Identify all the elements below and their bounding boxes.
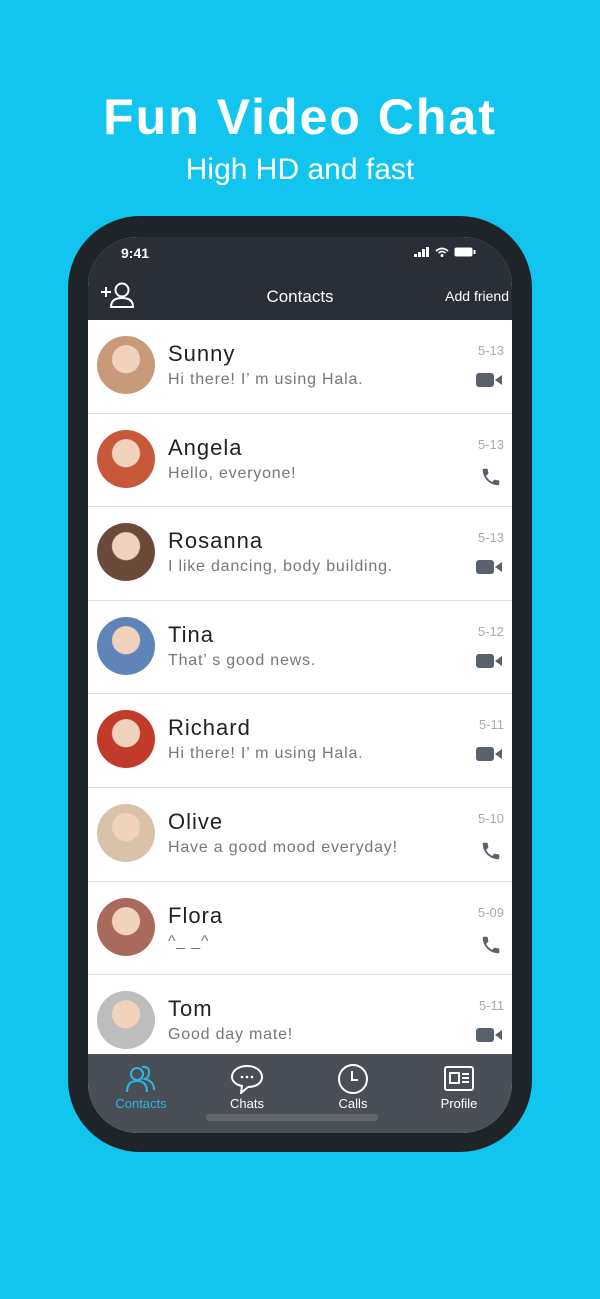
contact-message: Hello, everyone! xyxy=(168,464,297,482)
phone-call-icon[interactable] xyxy=(480,934,502,961)
contact-message: ^_ _^ xyxy=(168,932,210,950)
contact-row[interactable]: Angela Hello, everyone! 5-13 xyxy=(88,414,512,508)
contact-date: 5-12 xyxy=(477,623,504,639)
video-call-icon[interactable] xyxy=(476,559,502,580)
video-call-icon[interactable] xyxy=(476,1027,502,1048)
contact-row[interactable]: Olive Have a good mood everyday! 5-10 xyxy=(88,788,512,882)
tab-label: Profile xyxy=(440,1096,478,1111)
avatar[interactable] xyxy=(97,991,155,1050)
battery-icon xyxy=(454,247,476,257)
contact-row[interactable]: Richard Hi there! I’ m using Hala. 5-11 xyxy=(88,694,512,788)
video-call-icon[interactable] xyxy=(476,372,502,393)
contact-date: 5-11 xyxy=(478,717,504,733)
clock-icon xyxy=(338,1064,368,1094)
contact-date: 5-09 xyxy=(477,904,504,920)
tab-label: Calls xyxy=(338,1096,368,1111)
contact-row[interactable]: Tina That’ s good news. 5-12 xyxy=(88,601,512,695)
tab-chats[interactable]: Chats xyxy=(194,1054,300,1133)
avatar[interactable] xyxy=(97,336,155,394)
phone-screen: 9:41 Contacts Add friend Sunny Hi there!… xyxy=(88,237,512,1133)
contacts-icon xyxy=(126,1065,155,1093)
promo-title: Fun Video Chat xyxy=(103,89,497,145)
header: 9:41 Contacts Add friend xyxy=(88,237,512,320)
tab-label: Contacts xyxy=(115,1096,167,1111)
contact-message: That’ s good news. xyxy=(168,651,317,669)
contact-name: Tina xyxy=(168,621,214,647)
tab-bar: Contacts Chats Calls Profile xyxy=(88,1054,512,1133)
avatar[interactable] xyxy=(97,897,155,956)
promo-subtitle: High HD and fast xyxy=(185,153,415,186)
video-call-icon[interactable] xyxy=(476,653,502,674)
tab-contacts[interactable]: Contacts xyxy=(88,1054,194,1133)
phone-call-icon[interactable] xyxy=(480,840,502,867)
status-time: 9:41 xyxy=(121,245,150,261)
contact-date: 5-13 xyxy=(477,436,504,452)
contact-name: Sunny xyxy=(168,341,236,366)
contact-name: Olive xyxy=(168,808,224,834)
avatar[interactable] xyxy=(97,616,155,675)
contact-row[interactable]: Sunny Hi there! I’ m using Hala. 5-13 xyxy=(88,320,512,414)
tab-calls[interactable]: Calls xyxy=(300,1054,406,1133)
contact-message: Good day mate! xyxy=(168,1026,294,1044)
contact-name: Rosanna xyxy=(168,528,264,554)
phone-call-icon[interactable] xyxy=(480,466,502,493)
add-friend-button[interactable]: Add friend xyxy=(445,288,509,304)
avatar[interactable] xyxy=(97,803,155,862)
contact-message: Have a good mood everyday! xyxy=(168,838,398,856)
avatar[interactable] xyxy=(97,429,155,488)
contact-date: 5-11 xyxy=(478,998,504,1014)
contact-message: I like dancing, body building. xyxy=(168,558,394,576)
chat-bubble-icon xyxy=(230,1064,264,1094)
contact-name: Tom xyxy=(168,996,213,1022)
contact-date: 5-10 xyxy=(477,810,504,826)
wifi-icon xyxy=(435,247,449,257)
contact-list: Sunny Hi there! I’ m using Hala. 5-13 An… xyxy=(88,320,512,1069)
contact-row[interactable]: Flora ^_ _^ 5-09 xyxy=(88,882,512,976)
video-call-icon[interactable] xyxy=(476,746,502,767)
contact-message: Hi there! I’ m using Hala. xyxy=(168,745,364,763)
contact-row[interactable]: Rosanna I like dancing, body building. 5… xyxy=(88,507,512,601)
contact-name: Richard xyxy=(168,715,251,741)
home-indicator[interactable] xyxy=(206,1114,378,1121)
contact-date: 5-13 xyxy=(477,530,504,546)
tab-profile[interactable]: Profile xyxy=(406,1054,512,1133)
tab-label: Chats xyxy=(230,1096,264,1111)
contact-date: 5-13 xyxy=(477,343,504,358)
phone-frame: 9:41 Contacts Add friend Sunny Hi there!… xyxy=(68,216,532,1152)
contact-message: Hi there! I’ m using Hala. xyxy=(168,371,364,388)
avatar[interactable] xyxy=(97,523,155,582)
profile-card-icon xyxy=(444,1066,474,1091)
signal-icon xyxy=(414,247,429,257)
contact-name: Angela xyxy=(168,434,243,460)
avatar[interactable] xyxy=(97,710,155,769)
status-icons xyxy=(414,247,476,257)
contact-name: Flora xyxy=(168,902,224,928)
